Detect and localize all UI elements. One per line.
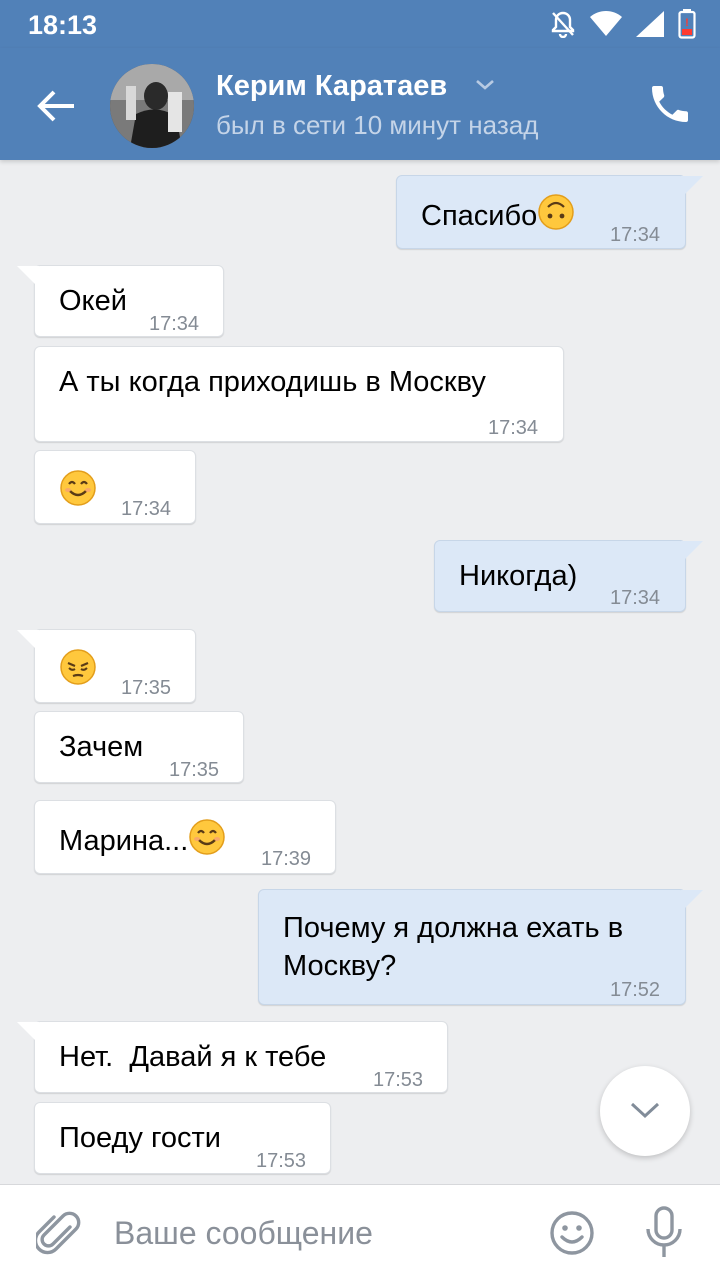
message-outgoing[interactable]: Почему я должна ехать в Москву? 17:52 <box>258 889 703 1005</box>
wifi-icon <box>590 11 622 37</box>
bubble-tail <box>681 541 703 563</box>
bubble-tail <box>17 630 39 652</box>
microphone-icon[interactable] <box>644 1205 684 1266</box>
contact-name[interactable]: Керим Каратаев <box>216 70 447 103</box>
message-time: 17:52 <box>610 979 661 1001</box>
bubble-tail <box>681 890 703 912</box>
message-text: Поеду гости <box>59 1122 221 1154</box>
bubble-tail <box>17 266 39 288</box>
message-text-line2: Москву? <box>283 950 397 982</box>
message-incoming[interactable]: 17:34 <box>34 450 196 524</box>
message-time: 17:39 <box>261 848 312 870</box>
message-incoming[interactable]: Нет. Давай я к тебе 17:53 <box>17 1021 448 1093</box>
message-incoming[interactable]: Марина... 17:39 <box>34 800 336 874</box>
status-time: 18:13 <box>28 10 98 40</box>
message-time: 17:34 <box>610 587 661 609</box>
notifications-off-icon <box>550 10 576 38</box>
message-time: 17:53 <box>373 1069 424 1091</box>
status-bar: 18:13 ! <box>0 0 720 48</box>
avatar[interactable] <box>110 64 194 148</box>
back-button[interactable] <box>30 80 82 132</box>
bubble-tail <box>17 1022 39 1044</box>
message-text: Спасибо <box>421 200 538 232</box>
back-arrow-icon <box>37 90 74 122</box>
message-time: 17:35 <box>121 677 172 699</box>
message-text: Никогда) <box>459 560 578 592</box>
upside-down-face-emoji <box>538 194 574 230</box>
battery-icon: ! <box>678 9 696 39</box>
message-time: 17:34 <box>610 224 661 246</box>
chevron-down-icon <box>630 1102 660 1119</box>
message-text: Марина... <box>59 825 189 857</box>
message-text: Зачем <box>59 731 144 763</box>
smiling-face-emoji <box>60 470 96 506</box>
pensive-face-emoji <box>60 649 96 685</box>
message-incoming[interactable]: Зачем 17:35 <box>34 711 244 783</box>
message-text-line1: Почему я должна ехать в <box>283 912 624 944</box>
last-seen-status: был в сети 10 минут назад <box>216 110 539 140</box>
message-incoming[interactable]: Окей 17:34 <box>17 265 224 337</box>
message-time: 17:35 <box>169 759 220 781</box>
message-time: 17:34 <box>149 313 200 335</box>
message-text: Нет. Давай я к тебе <box>59 1041 327 1073</box>
message-incoming[interactable]: А ты когда приходишь в Москву 17:34 <box>34 346 564 442</box>
message-outgoing[interactable]: Спасибо 17:34 <box>396 175 703 249</box>
bubble-tail <box>681 176 703 198</box>
svg-text:!: ! <box>685 17 689 29</box>
message-incoming[interactable]: 17:35 <box>17 629 196 703</box>
message-text: Окей <box>59 285 127 317</box>
signal-icon <box>636 11 664 37</box>
status-icons: ! <box>550 9 696 39</box>
message-incoming[interactable]: Поеду гости 17:53 <box>34 1102 331 1174</box>
message-text: А ты когда приходишь в Москву <box>59 366 486 398</box>
attach-icon[interactable] <box>33 1209 82 1264</box>
smiling-face-emoji <box>189 819 226 855</box>
phone-icon <box>652 86 688 122</box>
call-button[interactable] <box>646 80 694 128</box>
message-composer <box>0 1184 720 1280</box>
chevron-down-icon[interactable] <box>474 78 496 97</box>
emoji-icon[interactable] <box>548 1209 596 1262</box>
message-input[interactable] <box>114 1211 514 1255</box>
avatar-photo <box>110 64 194 148</box>
message-time: 17:34 <box>488 417 539 439</box>
chat-header: Керим Каратаев был в сети 10 минут назад <box>0 48 720 160</box>
message-time: 17:34 <box>121 498 172 520</box>
message-outgoing[interactable]: Никогда) 17:34 <box>434 540 703 612</box>
scroll-down-button[interactable] <box>600 1066 690 1156</box>
message-time: 17:53 <box>256 1150 307 1172</box>
